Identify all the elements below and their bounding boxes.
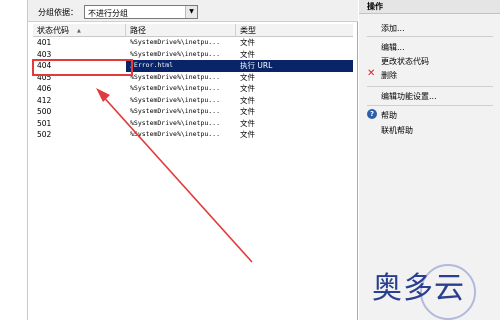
- status-code-cell: 500: [37, 107, 52, 116]
- status-code-cell: 403: [37, 49, 52, 59]
- status-code-cell: 502: [37, 130, 52, 139]
- table-row[interactable]: 502 %SystemDrive%\inetpu... 文件: [33, 129, 353, 141]
- status-code-cell: 406: [37, 84, 52, 93]
- type-cell: 文件: [240, 95, 255, 105]
- chevron-down-icon[interactable]: ▼: [185, 6, 197, 18]
- error-pages-panel: 分组依据： 不进行分组 ▼ 状态代码 ▲ 路径 类型 401 %SystemDri…: [28, 0, 358, 320]
- table-row[interactable]: 412 %SystemDrive%\inetpu... 文件: [33, 95, 353, 107]
- add-action-link[interactable]: 添加...: [381, 23, 405, 34]
- table-row[interactable]: 406 %SystemDrive%\inetpu... 文件: [33, 83, 353, 95]
- sort-ascending-icon: ▲: [77, 28, 81, 34]
- group-by-dropdown[interactable]: 不进行分组 ▼: [84, 5, 198, 19]
- edit-feature-settings-link[interactable]: 编辑功能设置...: [381, 91, 437, 102]
- status-code-cell: 404: [33, 60, 126, 72]
- status-code-cell: 405: [37, 72, 52, 82]
- table-row[interactable]: 405 %SystemDrive%\inetpu... 文件: [33, 72, 353, 84]
- edit-action-link[interactable]: 编辑...: [381, 42, 405, 53]
- divider: [367, 86, 493, 87]
- status-code-cell: 412: [37, 95, 52, 105]
- table-row-selected[interactable]: 404 /Error.html 执行 URL: [33, 60, 353, 72]
- table-header: 状态代码 ▲ 路径 类型: [33, 24, 353, 37]
- error-pages-table: 状态代码 ▲ 路径 类型 401 %SystemDrive%\inetpu... …: [33, 24, 353, 141]
- x-icon: ✕: [367, 68, 376, 79]
- status-code-cell: 401: [37, 38, 52, 47]
- type-cell: 文件: [240, 38, 255, 47]
- table-row[interactable]: 500 %SystemDrive%\inetpu... 文件: [33, 106, 353, 118]
- group-by-label: 分组依据：: [38, 8, 78, 17]
- path-cell: %SystemDrive%\inetpu...: [130, 130, 221, 138]
- type-cell: 文件: [240, 84, 255, 93]
- path-cell: %SystemDrive%\inetpu...: [130, 107, 221, 115]
- column-header-type[interactable]: 类型: [236, 24, 353, 37]
- type-cell: 文件: [240, 72, 255, 82]
- delete-action-link[interactable]: 删除: [381, 70, 397, 81]
- actions-title: 操作: [359, 0, 500, 14]
- path-cell: %SystemDrive%\inetpu...: [130, 84, 221, 92]
- watermark-text: 奥多云: [372, 271, 465, 306]
- type-cell: 文件: [240, 49, 255, 59]
- type-cell: 文件: [240, 130, 255, 139]
- path-cell: %SystemDrive%\inetpu...: [130, 95, 221, 104]
- status-code-cell: 501: [37, 118, 52, 128]
- left-panel-edge: [0, 0, 28, 320]
- group-by-value: 不进行分组: [88, 9, 128, 18]
- type-cell: 文件: [240, 107, 255, 116]
- question-circle-icon: ?: [367, 109, 377, 119]
- change-status-code-link[interactable]: 更改状态代码: [381, 56, 429, 67]
- group-by-toolbar: 分组依据： 不进行分组 ▼: [28, 0, 358, 22]
- path-cell: /Error.html: [130, 61, 174, 69]
- table-row[interactable]: 401 %SystemDrive%\inetpu... 文件: [33, 37, 353, 49]
- path-cell: %SystemDrive%\inetpu...: [130, 38, 221, 46]
- divider: [367, 36, 493, 37]
- column-header-path[interactable]: 路径: [126, 24, 236, 37]
- path-cell: %SystemDrive%\inetpu...: [130, 118, 221, 127]
- path-cell: %SystemDrive%\inetpu...: [130, 49, 221, 58]
- path-cell: %SystemDrive%\inetpu...: [130, 72, 221, 81]
- table-row[interactable]: 501 %SystemDrive%\inetpu... 文件: [33, 118, 353, 130]
- type-cell: 执行 URL: [240, 61, 273, 70]
- table-row[interactable]: 403 %SystemDrive%\inetpu... 文件: [33, 49, 353, 61]
- type-cell: 文件: [240, 118, 255, 128]
- watermark-logo: 奥多云: [358, 262, 498, 320]
- divider: [367, 105, 493, 106]
- online-help-link[interactable]: 联机帮助: [381, 125, 413, 136]
- column-header-status-code[interactable]: 状态代码 ▲: [33, 24, 126, 37]
- help-link[interactable]: 帮助: [381, 110, 397, 121]
